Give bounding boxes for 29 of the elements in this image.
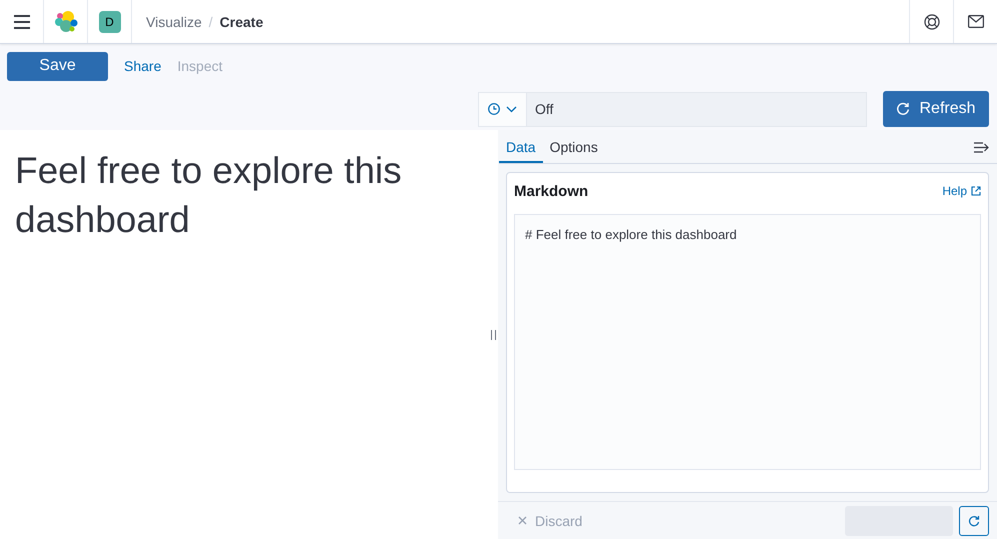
refresh-interval-picker[interactable]: Off <box>478 92 867 126</box>
close-icon <box>518 516 527 525</box>
breadcrumb[interactable]: Visualize <box>146 14 202 30</box>
breadcrumb-separator: / <box>208 14 213 30</box>
collapse-sidebar-icon[interactable] <box>974 142 989 153</box>
help-icon[interactable] <box>924 14 940 30</box>
apply-icon-button[interactable] <box>959 506 989 536</box>
resize-handle[interactable] <box>490 330 496 340</box>
editor-tab[interactable]: Options <box>542 132 605 163</box>
space-avatar[interactable]: D <box>98 10 120 32</box>
interval-dropdown[interactable] <box>479 92 527 126</box>
save-button[interactable]: Save <box>7 52 108 80</box>
clock-icon <box>488 103 500 115</box>
help-link[interactable]: Help <box>942 184 981 198</box>
refresh-icon <box>896 102 910 116</box>
refresh-icon <box>968 514 980 526</box>
chevron-down-icon <box>506 106 517 112</box>
external-link-icon <box>971 186 981 196</box>
panel-title: Markdown <box>514 182 588 200</box>
markdown-preview-text: Feel free to explore this dashboard <box>15 149 403 242</box>
markdown-textarea[interactable]: # Feel free to explore this dashboard <box>514 214 981 470</box>
editor-tab[interactable]: Data <box>499 132 543 163</box>
logo-icon[interactable] <box>54 10 78 32</box>
mail-icon[interactable] <box>968 15 984 28</box>
interval-value: Off <box>534 100 554 119</box>
refresh-button[interactable]: Refresh <box>883 91 989 127</box>
menu-icon[interactable] <box>14 14 30 28</box>
toolbar-link[interactable]: Share <box>124 58 162 74</box>
breadcrumb[interactable]: Create <box>220 14 264 30</box>
